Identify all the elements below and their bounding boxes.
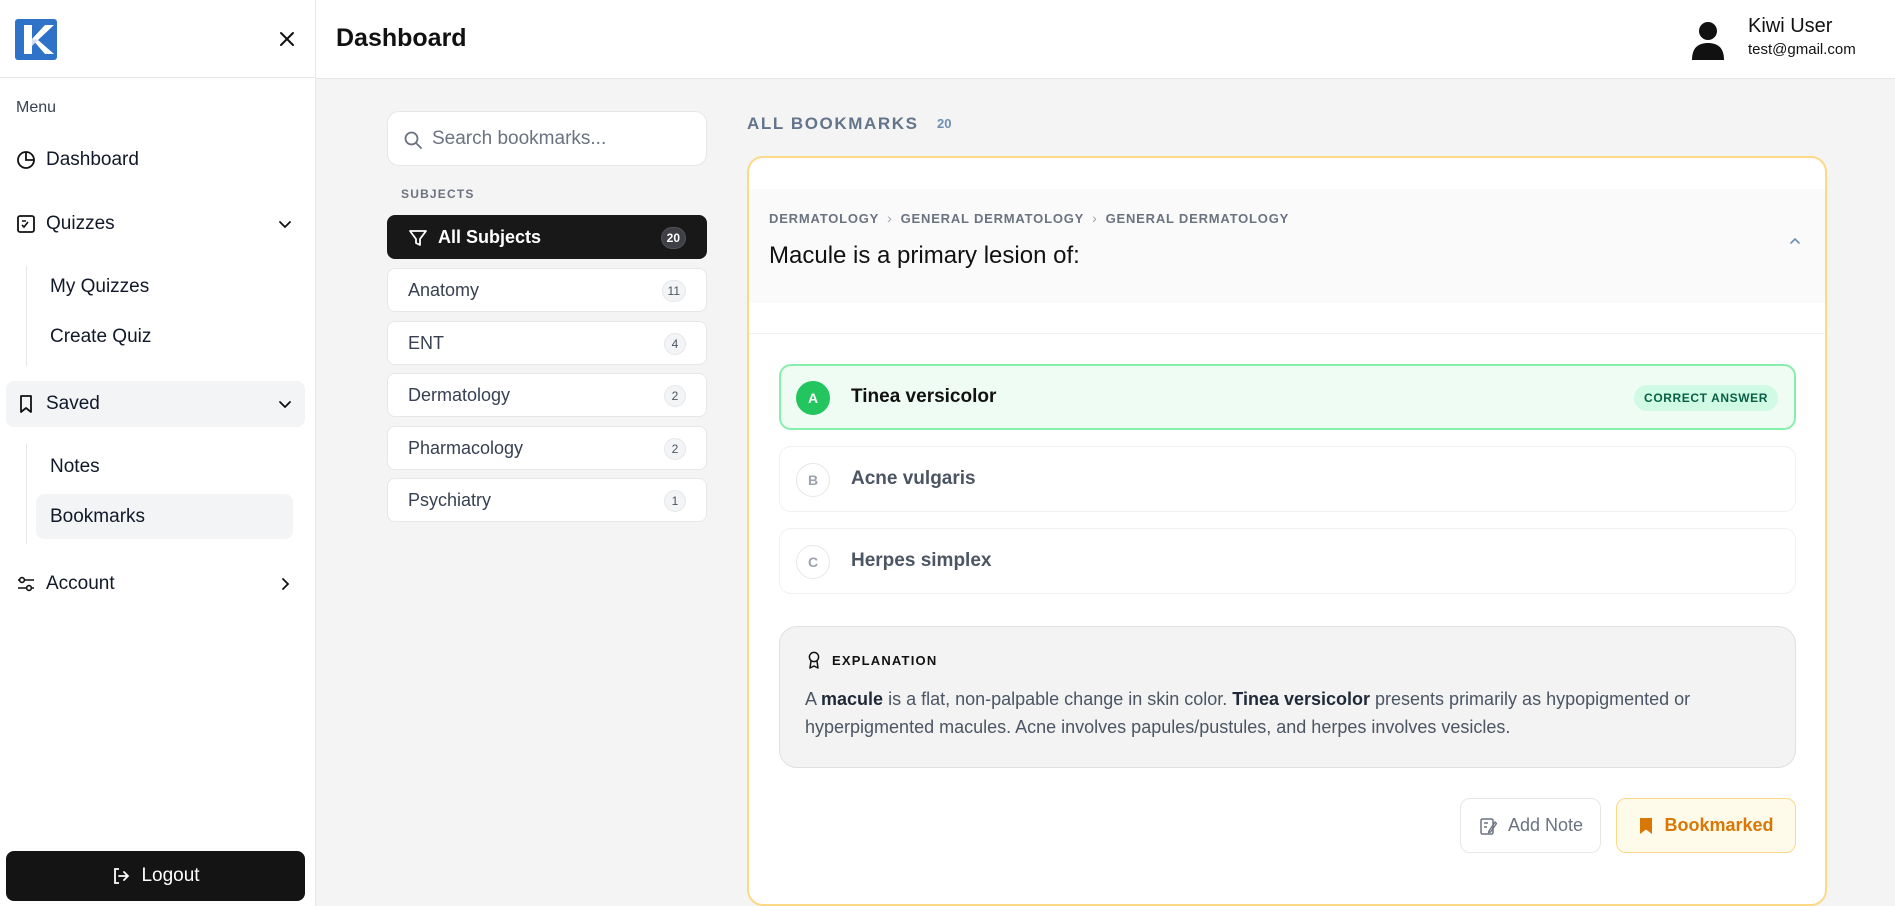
subject-filter-psychiatry[interactable]: Psychiatry 1	[387, 478, 707, 522]
user-avatar-icon[interactable]	[1689, 20, 1727, 60]
logout-label: Logout	[141, 865, 200, 886]
explanation-title: EXPLANATION	[832, 653, 938, 668]
bookmarks-count: 20	[937, 116, 952, 131]
bookmarks-heading: ALL BOOKMARKS	[747, 114, 919, 133]
subject-filter-dermatology[interactable]: Dermatology 2	[387, 373, 707, 417]
search-box	[387, 111, 707, 166]
correct-answer-badge: CORRECT ANSWER	[1634, 385, 1778, 411]
divider	[749, 333, 1825, 334]
question-text: Macule is a primary lesion of:	[769, 242, 1080, 269]
option-text: Acne vulgaris	[851, 468, 976, 489]
sidebar: Menu Dashboard Quizzes My Quizzes Create…	[0, 0, 316, 906]
quiz-icon	[16, 214, 36, 234]
subject-count-badge: 1	[664, 490, 686, 512]
breadcrumb-item: DERMATOLOGY	[769, 210, 880, 226]
explanation-segment: A	[805, 689, 822, 709]
option-letter: C	[796, 545, 830, 579]
sidebar-item-account[interactable]: Account	[6, 561, 305, 607]
chevron-right-icon	[276, 575, 294, 593]
top-header: Dashboard Kiwi User test@gmail.com	[316, 0, 1895, 79]
search-icon	[403, 130, 423, 150]
subject-name: Anatomy	[408, 279, 480, 300]
option-letter: A	[796, 381, 830, 415]
option-letter: B	[796, 463, 830, 497]
submenu-line	[26, 444, 27, 544]
bookmarked-button[interactable]: Bookmarked	[1616, 798, 1796, 853]
explanation-text: A macule is a flat, non-palpable change …	[805, 685, 1765, 741]
breadcrumb-item: GENERAL DERMATOLOGY	[900, 210, 1085, 226]
breadcrumb-item: GENERAL DERMATOLOGY	[1105, 210, 1290, 226]
subject-name: All Subjects	[438, 226, 542, 247]
chevron-up-icon[interactable]	[1786, 232, 1804, 250]
subject-name: ENT	[408, 332, 444, 353]
subjects-heading: SUBJECTS	[401, 187, 475, 201]
answer-option-b[interactable]: B Acne vulgaris	[779, 446, 1796, 512]
sidebar-item-label: Account	[46, 573, 115, 594]
settings-sliders-icon	[16, 574, 36, 594]
sidebar-item-label: Saved	[46, 393, 100, 414]
breadcrumb-separator: ›	[1092, 210, 1098, 226]
subject-name: Psychiatry	[408, 489, 492, 510]
sidebar-item-bookmarks[interactable]: Bookmarks	[36, 494, 293, 539]
subject-count-badge: 2	[664, 385, 686, 407]
menu-label: Menu	[16, 99, 57, 116]
subject-filter-ent[interactable]: ENT 4	[387, 321, 707, 365]
edit-note-icon	[1478, 816, 1498, 836]
add-note-button[interactable]: Add Note	[1460, 798, 1601, 853]
logout-button[interactable]: Logout	[6, 851, 305, 901]
subject-filter-all[interactable]: All Subjects 20	[387, 215, 707, 259]
search-input[interactable]	[432, 124, 692, 154]
close-icon[interactable]	[276, 28, 298, 50]
subject-filter-pharmacology[interactable]: Pharmacology 2	[387, 426, 707, 470]
explanation-term: Tinea versicolor	[1232, 689, 1371, 709]
pie-chart-icon	[16, 150, 36, 170]
explanation-segment: is a flat, non-palpable change in skin c…	[883, 689, 1233, 709]
breadcrumb: DERMATOLOGY › GENERAL DERMATOLOGY › GENE…	[769, 210, 1289, 226]
chevron-down-icon	[276, 395, 294, 413]
user-name: Kiwi User	[1748, 15, 1833, 37]
add-note-label: Add Note	[1507, 815, 1584, 835]
breadcrumb-separator: ›	[887, 210, 893, 226]
subject-filter-anatomy[interactable]: Anatomy 11	[387, 268, 707, 312]
subject-count-badge: 4	[664, 333, 686, 355]
bookmark-icon	[16, 394, 36, 414]
submenu-line	[26, 266, 27, 366]
subject-count-badge: 2	[664, 438, 686, 460]
subject-name: Dermatology	[408, 384, 511, 405]
subject-count-badge: 20	[660, 227, 686, 249]
award-icon	[806, 651, 822, 669]
bookmark-filled-icon	[1638, 817, 1654, 835]
logout-icon	[111, 866, 131, 886]
sidebar-item-notes[interactable]: Notes	[36, 444, 293, 489]
option-text: Tinea versicolor	[851, 386, 997, 407]
answer-option-c[interactable]: C Herpes simplex	[779, 528, 1796, 594]
sidebar-item-create-quiz[interactable]: Create Quiz	[36, 314, 293, 359]
sidebar-item-dashboard[interactable]: Dashboard	[6, 137, 305, 183]
bookmark-card: DERMATOLOGY › GENERAL DERMATOLOGY › GENE…	[747, 156, 1827, 906]
sidebar-item-label: Quizzes	[46, 213, 115, 234]
subject-count-badge: 11	[661, 280, 686, 302]
chevron-down-icon	[276, 215, 294, 233]
sidebar-item-my-quizzes[interactable]: My Quizzes	[36, 264, 293, 309]
subject-name: Pharmacology	[408, 437, 524, 458]
sidebar-item-quizzes[interactable]: Quizzes	[6, 201, 305, 247]
explanation-box: EXPLANATION A macule is a flat, non-palp…	[779, 626, 1796, 768]
option-text: Herpes simplex	[851, 550, 992, 571]
sidebar-item-saved[interactable]: Saved	[6, 381, 305, 427]
user-email: test@gmail.com	[1748, 41, 1856, 58]
sidebar-item-label: Dashboard	[46, 149, 139, 170]
sidebar-header	[0, 0, 315, 78]
explanation-term: macule	[821, 689, 884, 709]
app-logo[interactable]	[15, 19, 57, 60]
answer-option-a[interactable]: A Tinea versicolor CORRECT ANSWER	[779, 364, 1796, 430]
page-title: Dashboard	[336, 24, 467, 52]
filter-icon	[408, 228, 428, 248]
bookmarked-label: Bookmarked	[1664, 815, 1774, 835]
